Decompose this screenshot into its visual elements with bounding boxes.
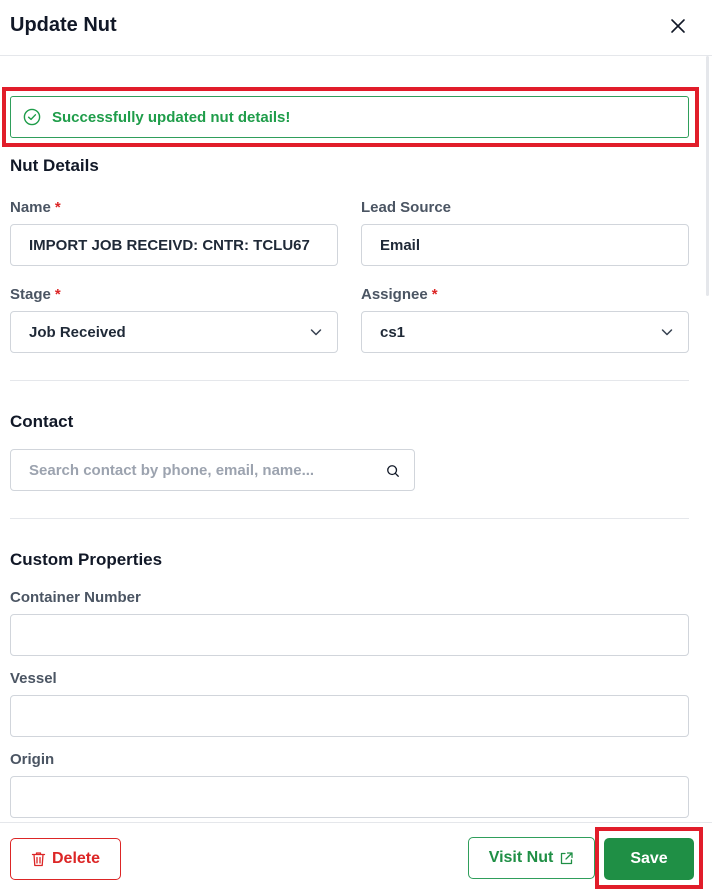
lead-source-label: Lead Source [361, 199, 452, 216]
delete-button[interactable]: Delete [10, 838, 121, 880]
chevron-down-icon [309, 325, 323, 339]
vessel-label: Vessel [10, 670, 57, 687]
close-button[interactable] [664, 12, 692, 40]
vessel-input[interactable] [10, 695, 689, 737]
check-circle-icon [23, 108, 41, 126]
alert-message: Successfully updated nut details! [52, 108, 291, 126]
section-divider [10, 380, 689, 381]
visit-nut-button[interactable]: Visit Nut [468, 837, 595, 879]
container-number-input[interactable] [10, 614, 689, 656]
contact-title: Contact [10, 412, 74, 431]
assignee-value: cs1 [380, 323, 406, 341]
external-link-icon [559, 851, 574, 866]
delete-label: Delete [51, 850, 101, 867]
stage-label: Stage * [10, 286, 61, 303]
origin-label: Origin [10, 751, 55, 768]
stage-value: Job Received [29, 323, 126, 341]
name-input[interactable]: IMPORT JOB RECEIVD: CNTR: TCLU67 [10, 224, 338, 266]
lead-source-input[interactable]: Email [361, 224, 689, 266]
trash-icon [31, 851, 46, 867]
custom-properties-title: Custom Properties [10, 550, 163, 569]
visit-nut-label: Visit Nut [488, 849, 554, 866]
save-button[interactable]: Save [604, 838, 694, 880]
contact-search-input[interactable]: Search contact by phone, email, name... [10, 449, 415, 491]
name-label: Name * [10, 199, 61, 216]
container-number-label: Container Number [10, 589, 141, 606]
success-alert: Successfully updated nut details! [10, 96, 689, 138]
origin-input[interactable] [10, 776, 689, 818]
assignee-label: Assignee * [361, 286, 438, 303]
lead-source-value: Email [380, 236, 421, 254]
stage-select[interactable]: Job Received [10, 311, 338, 353]
section-divider [10, 518, 689, 519]
nut-details-title: Nut Details [10, 156, 99, 175]
dialog-title: Update Nut [10, 14, 117, 36]
save-label: Save [630, 850, 668, 867]
assignee-select[interactable]: cs1 [361, 311, 689, 353]
chevron-down-icon [660, 325, 674, 339]
search-icon[interactable] [386, 463, 400, 477]
close-icon [671, 19, 685, 33]
name-value: IMPORT JOB RECEIVD: CNTR: TCLU67 [29, 236, 310, 254]
scrollbar[interactable] [706, 56, 709, 296]
contact-search-placeholder: Search contact by phone, email, name... [29, 461, 315, 479]
dialog-header: Update Nut [0, 0, 712, 56]
